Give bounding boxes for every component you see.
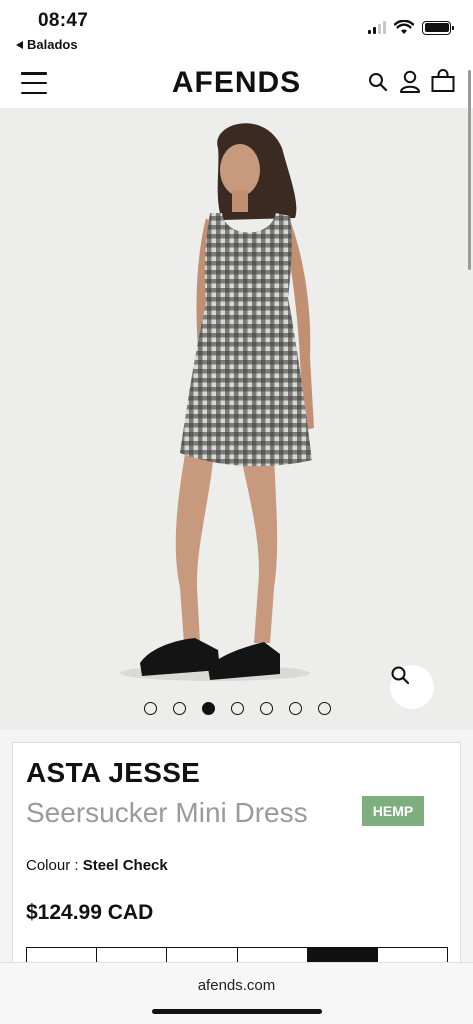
gallery-dot[interactable]: [318, 702, 331, 715]
battery-icon: [422, 20, 454, 35]
product-name: Seersucker Mini Dress: [26, 797, 308, 828]
status-bar: 08:47 Balados: [0, 0, 473, 58]
colour-row: Colour : Steel Check: [26, 857, 168, 874]
account-icon[interactable]: [399, 70, 421, 94]
gallery-pagination: [0, 702, 473, 715]
bag-icon[interactable]: [431, 69, 455, 93]
gallery-dot[interactable]: [231, 702, 244, 715]
menu-icon[interactable]: [21, 72, 47, 94]
gallery-dot[interactable]: [202, 702, 215, 715]
zoom-icon: [391, 666, 410, 685]
product-image-gallery[interactable]: [0, 108, 473, 730]
product-brand: ASTA JESSE: [26, 757, 201, 788]
gallery-dot[interactable]: [144, 702, 157, 715]
scrollbar[interactable]: [468, 70, 471, 270]
status-time: 08:47: [38, 10, 89, 31]
back-arrow-icon: [16, 40, 23, 49]
signal-icon: [368, 21, 386, 34]
status-icons: [368, 20, 454, 35]
gallery-dot[interactable]: [173, 702, 186, 715]
address-bar[interactable]: afends.com: [0, 977, 473, 994]
product-price: $124.99 CAD: [26, 901, 154, 924]
site-header: AFENDS: [0, 58, 473, 108]
home-indicator: [152, 1009, 322, 1014]
gallery-dot[interactable]: [289, 702, 302, 715]
material-badge: HEMP: [362, 796, 424, 826]
product-details: ASTA JESSE Seersucker Mini Dress HEMP Co…: [12, 742, 461, 987]
search-icon[interactable]: [368, 72, 388, 92]
browser-toolbar: afends.com: [0, 962, 473, 1024]
back-to-app-link[interactable]: Balados: [16, 37, 78, 52]
colour-label: Colour :: [26, 857, 79, 874]
gallery-dot[interactable]: [260, 702, 273, 715]
back-app-label: Balados: [27, 37, 78, 52]
wifi-icon: [394, 20, 414, 34]
colour-value: Steel Check: [82, 857, 168, 874]
product-photo: [120, 123, 314, 681]
